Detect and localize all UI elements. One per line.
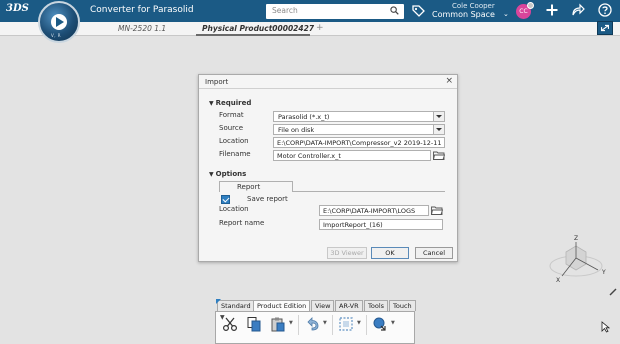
filename-label: Filename [219,150,251,158]
tab-touch[interactable]: Touch [389,300,416,311]
chevron-down-icon[interactable]: ▼ [357,320,361,326]
selection-icon[interactable] [338,316,354,332]
x-axis-label: X [556,277,560,284]
3d-viewer-button[interactable]: 3D Viewer [327,247,367,259]
help-icon[interactable] [598,3,612,17]
ok-button[interactable]: OK [371,247,409,259]
notification-badge [527,2,534,9]
report-name-value: ImportReport_(16) [323,221,383,229]
options-label: Options [215,170,247,178]
report-name-label: Report name [219,219,265,227]
cut-icon[interactable] [222,316,238,332]
collapse-triangle-icon[interactable]: ▼ [209,171,214,178]
source-label: Source [219,124,244,132]
add-tab-button[interactable]: + [316,23,324,33]
expand-icon[interactable] [597,21,613,35]
save-report-label: Save report [247,195,288,203]
report-tab-label: Report [237,183,261,191]
divider [366,315,367,335]
format-select[interactable]: Parasolid (*.x_t) [273,111,445,122]
tab-ar-vr[interactable]: AR-VR [335,300,363,311]
chevron-down-icon[interactable]: ▼ [391,320,395,326]
app-title: Converter for Parasolid [90,5,194,15]
chevron-down-icon[interactable] [433,112,444,121]
filename-field[interactable]: Motor Controller.x_t [273,150,431,161]
divider [293,191,445,192]
cancel-button[interactable]: Cancel [415,247,453,259]
compass-widget[interactable]: V, R [38,1,80,43]
top-bar: 3DS Converter for Parasolid Search Cole … [0,0,620,22]
share-icon[interactable] [571,3,585,17]
search-input[interactable]: Search [272,6,298,15]
chevron-down-icon[interactable]: ▼ [289,320,293,326]
report-name-field[interactable]: ImportReport_(16) [319,219,443,230]
divider [332,315,333,335]
tag-icon[interactable] [411,4,425,18]
view-cube[interactable]: Z X Y [546,232,610,288]
filename-value: Motor Controller.x_t [277,152,341,160]
format-label: Format [219,111,244,119]
report-location-label: Location [219,205,249,213]
divider [199,88,457,89]
paste-icon[interactable] [270,316,286,332]
source-select[interactable]: File on disk [273,124,445,135]
location-value: E:\CORP\DATA-IMPORT\Compressor_v2 2019-1… [277,139,442,147]
source-value: File on disk [278,126,315,134]
z-axis-label: Z [574,235,578,242]
divider [298,315,299,335]
report-location-field[interactable]: E:\CORP\DATA-IMPORT\LOGS [319,205,429,216]
tab-product-edition[interactable]: Product Edition [253,300,311,311]
brand-logo[interactable]: 3DS [6,3,29,19]
tab-view[interactable]: View [311,300,335,311]
reorder-icon[interactable] [372,316,388,332]
close-icon[interactable]: × [445,76,453,86]
plus-icon[interactable] [545,3,559,17]
search-icon[interactable] [390,6,399,15]
tab-physical-product[interactable]: Physical Product00002427 [202,24,314,33]
mouse-cursor-icon [601,321,610,333]
folder-icon[interactable] [431,206,443,215]
options-section-header[interactable]: ▼ Options [209,170,246,178]
chevron-down-icon[interactable]: ⌄ [503,10,509,18]
play-icon [56,17,64,27]
search-box[interactable]: Search [266,4,404,19]
format-value: Parasolid (*.x_t) [278,113,330,121]
folder-icon[interactable] [433,151,445,160]
chevron-down-icon[interactable]: ▼ [323,320,327,326]
collapse-triangle-icon[interactable]: ▼ [209,100,214,107]
tab-tools[interactable]: Tools [364,300,389,311]
save-report-checkbox[interactable] [221,195,230,204]
collaborative-space[interactable]: Common Space [432,10,495,19]
report-location-value: E:\CORP\DATA-IMPORT\LOGS [323,207,416,215]
required-section-header[interactable]: ▼ Required [209,99,251,107]
tab-mn-2520[interactable]: MN-2520 1.1 [118,24,166,33]
y-axis-label: Y [601,269,606,276]
tab-report[interactable]: Report [219,181,293,192]
user-name: Cole Cooper [452,2,495,10]
location-field[interactable]: E:\CORP\DATA-IMPORT\Compressor_v2 2019-1… [273,137,445,148]
required-label: Required [215,99,252,107]
compass-center[interactable] [51,14,67,30]
active-tab-indicator [196,34,310,36]
location-label: Location [219,137,249,145]
import-dialog: Import × ▼ Required Format Parasolid (*.x… [198,74,458,262]
pen-icon[interactable] [609,288,617,296]
chevron-down-icon[interactable] [433,125,444,134]
compass-label: V, R [51,33,62,38]
action-bar: Standard Product Edition View AR-VR Tool… [215,300,416,344]
action-bar-corner-marker [216,299,221,304]
undo-icon[interactable] [304,316,320,332]
tab-bar: MN-2520 1.1 Physical Product00002427 + [0,22,620,36]
tab-standard[interactable]: Standard [217,300,255,311]
dialog-title: Import [205,78,229,86]
copy-icon[interactable] [246,316,262,332]
action-bar-body: ▼ ▼ ▼ ▼ ▼ [215,311,415,344]
